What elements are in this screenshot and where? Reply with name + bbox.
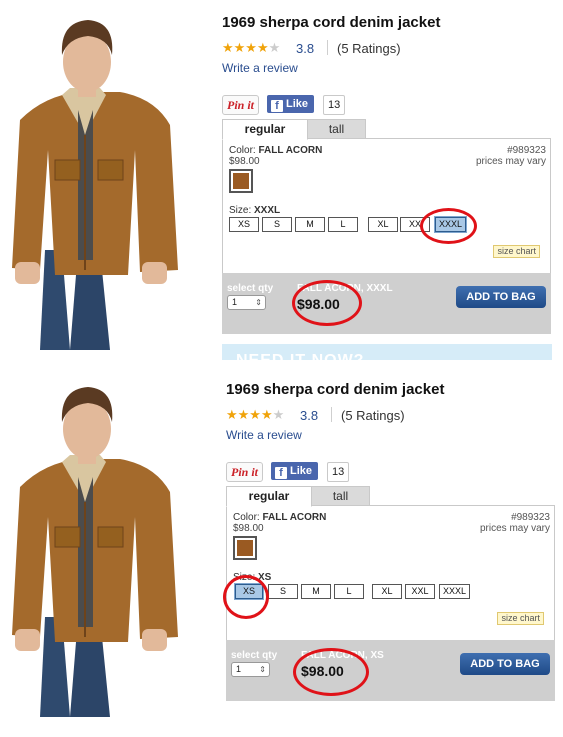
- add-to-bag-button[interactable]: ADD TO BAG: [456, 286, 546, 308]
- size-button-xxl[interactable]: XXL: [405, 584, 435, 599]
- pinit-button[interactable]: Pin it: [222, 95, 260, 115]
- pinit-button[interactable]: Pin it: [226, 462, 264, 482]
- selection-summary: FALL ACORN, XS: [301, 650, 384, 661]
- color-label-text: Color:: [229, 145, 256, 156]
- like-count: 13: [327, 462, 350, 482]
- product-photo: [0, 0, 205, 358]
- product-panel-2: 1969 sherpa cord denim jacket ★★★★★ 3.8 …: [0, 367, 563, 737]
- buy-bar: select qty 1 ⇕ FALL ACORN, XXXL $98.00 AD…: [222, 273, 551, 334]
- qty-label: select qty: [227, 283, 274, 294]
- product-panel-1: 1969 sherpa cord denim jacket ★★★★★ 3.8 …: [0, 0, 563, 370]
- size-chart-link[interactable]: size chart: [497, 612, 544, 625]
- base-price: $98.00: [229, 156, 260, 167]
- prices-vary-note: prices may vary: [475, 156, 546, 167]
- facebook-like-button[interactable]: f Like: [267, 95, 315, 113]
- star-empty-icon: ★: [268, 40, 281, 55]
- size-button-xxxl[interactable]: XXXL: [439, 584, 470, 599]
- qty-label: select qty: [231, 650, 278, 661]
- size-label-text: Size:: [229, 205, 252, 216]
- model-jacket-image: [0, 367, 205, 725]
- size-label: Size: XS: [233, 572, 271, 583]
- select-arrows-icon: ⇕: [255, 298, 262, 307]
- color-value: FALL ACORN: [258, 145, 323, 156]
- product-title: 1969 sherpa cord denim jacket: [226, 381, 445, 398]
- options-box: Color: FALL ACORN $98.00 #989323 prices …: [226, 505, 555, 641]
- select-arrows-icon: ⇕: [259, 665, 266, 674]
- tab-tall[interactable]: tall: [307, 119, 366, 139]
- like-label: Like: [286, 98, 309, 110]
- facebook-icon: f: [275, 467, 287, 479]
- tab-regular[interactable]: regular: [226, 486, 312, 507]
- selection-price: $98.00: [301, 663, 344, 679]
- write-review-link[interactable]: Write a review: [226, 428, 302, 442]
- color-label-text: Color:: [233, 512, 260, 523]
- qty-value: 1: [236, 664, 242, 674]
- rating-value: 3.8: [296, 41, 315, 56]
- like-count: 13: [323, 95, 346, 115]
- color-swatch-fall-acorn[interactable]: [229, 169, 253, 193]
- color-swatch-fall-acorn[interactable]: [233, 536, 257, 560]
- qty-value: 1: [232, 297, 238, 307]
- swatch-fill: [237, 540, 253, 556]
- color-label: Color: FALL ACORN: [229, 145, 322, 156]
- size-value: XS: [258, 572, 272, 583]
- size-label: Size: XXXL: [229, 205, 280, 216]
- size-button-s[interactable]: S: [268, 584, 298, 599]
- rating-count[interactable]: (5 Ratings): [337, 41, 401, 56]
- facebook-icon: f: [271, 100, 283, 112]
- star-empty-icon: ★: [272, 407, 285, 422]
- facebook-like-button[interactable]: f Like: [271, 462, 319, 480]
- size-button-l[interactable]: L: [328, 217, 358, 232]
- write-review-link[interactable]: Write a review: [222, 61, 298, 75]
- product-title: 1969 sherpa cord denim jacket: [222, 14, 441, 31]
- rating-stars: ★★★★★: [222, 40, 280, 56]
- size-button-xl[interactable]: XL: [368, 217, 398, 232]
- prices-vary-note: prices may vary: [479, 523, 550, 534]
- model-jacket-image: [0, 0, 205, 358]
- buy-bar: select qty 1 ⇕ FALL ACORN, XS $98.00 ADD …: [226, 640, 555, 701]
- qty-select[interactable]: 1 ⇕: [231, 662, 270, 677]
- size-button-xxl[interactable]: XX: [400, 217, 430, 232]
- size-button-xxxl[interactable]: XXXL: [435, 217, 466, 232]
- rating-count[interactable]: (5 Ratings): [341, 408, 405, 423]
- swatch-fill: [233, 173, 249, 189]
- rating-divider: [331, 407, 332, 422]
- promo-banner: NEED IT NOW?: [222, 344, 552, 360]
- base-price: $98.00: [233, 523, 264, 534]
- size-button-l[interactable]: L: [334, 584, 364, 599]
- product-photo: [0, 367, 205, 725]
- size-chart-link[interactable]: size chart: [493, 245, 540, 258]
- star-filled-icon: ★★★★: [226, 407, 273, 422]
- add-to-bag-button[interactable]: ADD TO BAG: [460, 653, 550, 675]
- tab-tall[interactable]: tall: [311, 486, 370, 506]
- selection-summary: FALL ACORN, XXXL: [297, 283, 393, 294]
- options-box: Color: FALL ACORN $98.00 #989323 prices …: [222, 138, 551, 274]
- size-button-xs[interactable]: XS: [229, 217, 259, 232]
- size-button-m[interactable]: M: [301, 584, 331, 599]
- color-label: Color: FALL ACORN: [233, 512, 326, 523]
- rating-stars: ★★★★★: [226, 407, 284, 423]
- size-buttons: XS S M L XL XXL XXXL: [233, 584, 553, 599]
- item-number: #989323: [507, 145, 546, 156]
- size-buttons: XS S M L XL XX XXXL: [229, 217, 549, 232]
- tab-regular[interactable]: regular: [222, 119, 308, 140]
- size-label-text: Size:: [233, 572, 256, 583]
- rating-value: 3.8: [300, 408, 319, 423]
- size-button-m[interactable]: M: [295, 217, 325, 232]
- qty-select[interactable]: 1 ⇕: [227, 295, 266, 310]
- selection-price: $98.00: [297, 296, 340, 312]
- size-button-s[interactable]: S: [262, 217, 292, 232]
- like-label: Like: [290, 465, 313, 477]
- size-button-xl[interactable]: XL: [372, 584, 402, 599]
- color-value: FALL ACORN: [262, 512, 327, 523]
- star-filled-icon: ★★★★: [222, 40, 269, 55]
- rating-divider: [327, 40, 328, 55]
- promo-banner-text: NEED IT NOW?: [236, 352, 364, 360]
- size-button-xs[interactable]: XS: [235, 584, 263, 599]
- size-value: XXXL: [254, 205, 281, 216]
- item-number: #989323: [511, 512, 550, 523]
